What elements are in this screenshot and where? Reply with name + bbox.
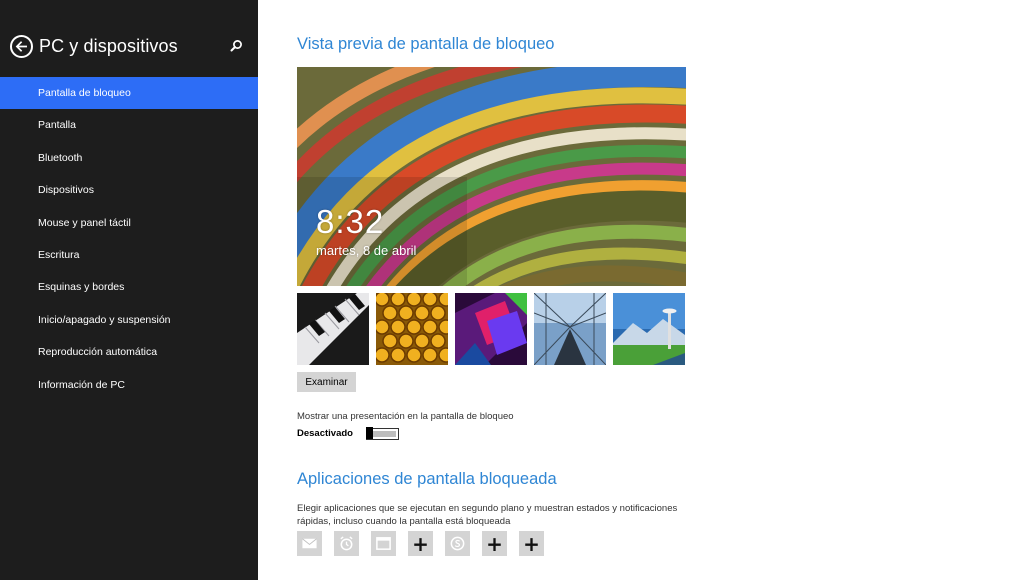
app-slot-skype[interactable]	[445, 531, 470, 556]
add-app-slot-1[interactable]: +	[408, 531, 433, 556]
sidebar-item-power-sleep[interactable]: Inicio/apagado y suspensión	[0, 304, 258, 336]
slideshow-toggle[interactable]	[365, 427, 399, 440]
lock-screen-time: 8:32	[316, 203, 385, 240]
search-icon[interactable]	[228, 38, 244, 54]
sidebar-title: PC y dispositivos	[39, 35, 178, 56]
app-slot-mail[interactable]	[297, 531, 322, 556]
slideshow-state: Desactivado	[297, 428, 353, 439]
thumbnail-geometric[interactable]	[455, 293, 527, 365]
sidebar-item-devices[interactable]: Dispositivos	[0, 174, 258, 206]
sidebar-item-autoplay[interactable]: Reproducción automática	[0, 336, 258, 368]
sidebar-nav: Pantalla de bloqueo Pantalla Bluetooth D…	[0, 77, 258, 401]
toggle-knob	[365, 427, 373, 439]
bridge-tunnel-image	[534, 293, 606, 365]
thumbnail-piano[interactable]	[297, 293, 369, 365]
thumbnail-honeycomb[interactable]	[376, 293, 448, 365]
app-slot-alarm[interactable]	[334, 531, 359, 556]
lock-screen-preview: 8:32 martes, 8 de abril	[297, 67, 686, 286]
piano-keys-image	[297, 293, 369, 365]
plus-icon: +	[412, 531, 429, 556]
mail-icon	[302, 538, 317, 549]
lock-screen-date: martes, 8 de abril	[316, 243, 417, 258]
back-button[interactable]	[10, 34, 33, 58]
apps-heading: Aplicaciones de pantalla bloqueada	[297, 470, 557, 488]
settings-sidebar: PC y dispositivos Pantalla de bloqueo Pa…	[0, 0, 258, 580]
add-app-slot-2[interactable]: +	[482, 531, 507, 556]
lock-screen-apps: + + +	[297, 531, 544, 556]
space-needle-image	[613, 293, 685, 365]
preview-heading: Vista previa de pantalla de bloqueo	[297, 35, 555, 53]
alarm-icon	[340, 536, 353, 551]
back-arrow-icon	[15, 40, 27, 52]
browse-button[interactable]: Examinar	[297, 372, 356, 392]
sidebar-item-display[interactable]: Pantalla	[0, 109, 258, 141]
plus-icon: +	[523, 531, 540, 556]
app-slot-calendar[interactable]	[371, 531, 396, 556]
plus-icon: +	[486, 531, 503, 556]
add-app-slot-3[interactable]: +	[519, 531, 544, 556]
thumbnail-bridge[interactable]	[534, 293, 606, 365]
skype-icon	[450, 536, 465, 551]
sidebar-item-typing[interactable]: Escritura	[0, 239, 258, 271]
sidebar-item-lock-screen[interactable]: Pantalla de bloqueo	[0, 77, 258, 110]
slideshow-label: Mostrar una presentación en la pantalla …	[297, 411, 514, 422]
thumbnail-space-needle[interactable]	[613, 293, 685, 365]
calendar-icon	[376, 537, 391, 550]
toggle-track	[372, 430, 396, 437]
sidebar-item-corners-edges[interactable]: Esquinas y bordes	[0, 271, 258, 303]
background-thumbnails	[297, 293, 686, 365]
sidebar-item-pc-info[interactable]: Información de PC	[0, 369, 258, 401]
geometric-shapes-image	[455, 293, 527, 365]
honeycomb-image	[376, 293, 448, 365]
slideshow-toggle-row: Desactivado	[297, 427, 399, 440]
apps-description: Elegir aplicaciones que se ejecutan en s…	[297, 503, 678, 527]
main-content: Vista previa de pantalla de bloqueo 8:32…	[258, 0, 1023, 580]
sidebar-item-mouse-touchpad[interactable]: Mouse y panel táctil	[0, 207, 258, 239]
sidebar-header: PC y dispositivos	[10, 33, 250, 59]
sidebar-item-bluetooth[interactable]: Bluetooth	[0, 142, 258, 174]
